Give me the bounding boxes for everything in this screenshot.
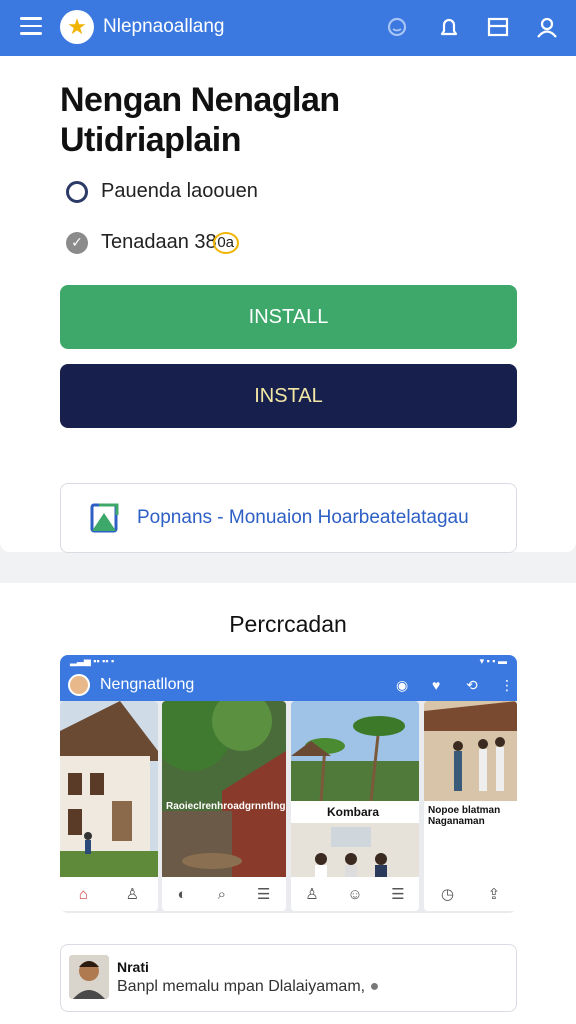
home-icon: ⌂ <box>78 885 88 903</box>
house-image <box>60 701 158 877</box>
preview-app-title: Nengnatllong <box>100 676 195 693</box>
option-badge: 0a <box>212 231 239 254</box>
install-card: Nengan Nenaglan Utidriaplain Pauenda lao… <box>0 56 576 553</box>
tile-caption: Nopoe blatman Naganaman <box>428 805 501 827</box>
search-icon: ⌕ <box>217 885 226 903</box>
avatar: ◐ <box>177 885 187 903</box>
face-icon: ◷ <box>440 886 454 903</box>
radio-icon[interactable] <box>66 180 88 203</box>
check-icon[interactable]: ✓ <box>66 231 88 254</box>
chat-icon[interactable] <box>384 14 410 40</box>
comment-card[interactable]: Nrati Banpl memalu mpan Dlalaiyamam, ● <box>60 944 517 1012</box>
status-bar: ▂▃▅ ▪▪ ▪▪ ▪ ▾ ▪ ▪ ▬ <box>60 655 517 669</box>
install-alt-button[interactable]: INSTAL <box>60 364 517 428</box>
palm-image <box>291 701 419 801</box>
preview-tile-2: Raoieclrenhroadgrnntlng ◐ ⌕ ☰ <box>162 701 286 911</box>
option-check-2[interactable]: ✓ Tenadaan 38 0a <box>66 231 239 254</box>
page-title: Nengan Nenaglan Utidriaplain <box>60 80 520 160</box>
share-icon: ⇪ <box>487 886 501 903</box>
chat-icon: ◉ <box>396 677 409 693</box>
star-icon: ★ <box>60 10 94 44</box>
pavilion-image <box>424 701 517 801</box>
tile-nav: ⌂ ♙ <box>60 877 158 911</box>
title-line-2: Utidriaplain <box>60 121 242 159</box>
preview-tile-4: Nopoe blatman Naganaman ◷ ⇪ <box>424 701 517 911</box>
tile-caption: Kombara <box>327 805 380 819</box>
person-icon: ♙ <box>125 886 140 903</box>
preview-section: Percrcadan ▂▃▅ ▪▪ ▪▪ ▪ ▾ ▪ ▪ ▬ Nengnatllo… <box>0 583 576 1024</box>
more-icon: ⋮ <box>500 677 514 693</box>
app-title: Nlepnaoallang <box>103 16 225 37</box>
share-icon: ⟲ <box>466 677 478 693</box>
window-icon[interactable] <box>485 14 511 40</box>
avatar <box>69 955 109 999</box>
install-button[interactable]: INSTALL <box>60 285 517 349</box>
comment-author: Nrati <box>117 959 149 975</box>
tile-caption: Raoieclrenhroadgrnntlng <box>166 801 286 812</box>
preview-app-bar: Nengnatllong ◉ ♥ ⟲ ⋮ <box>60 669 517 701</box>
section-title: Percrcadan <box>229 611 347 637</box>
face-icon: ☺ <box>347 885 363 903</box>
user-icon[interactable] <box>534 14 560 40</box>
preview-tile-3: Kombara ♙ ☺ ☰ <box>291 701 419 911</box>
emoji-icon: ● <box>369 978 380 995</box>
app-link-text: Popnans - Monuaion Hoarbeatelatagau <box>137 507 469 528</box>
meeting-image <box>291 823 419 877</box>
app-screenshot-preview[interactable]: ▂▃▅ ▪▪ ▪▪ ▪▾ ▪ ▪ ▬ Nengnatllong ◉ ♥ ⟲ ⋮ <box>60 655 517 913</box>
app-logo-icon <box>90 503 119 533</box>
app-link-card[interactable]: Popnans - Monuaion Hoarbeatelatagau <box>60 483 517 553</box>
person-icon: ♙ <box>305 886 319 903</box>
title-line-1: Nengan Nenaglan <box>60 81 340 119</box>
option-radio-1[interactable]: Pauenda laoouen <box>66 180 258 203</box>
comment-message: Banpl memalu mpan Dlalaiyamam, <box>117 978 366 995</box>
heart-icon: ♥ <box>432 677 441 693</box>
garden-image <box>162 701 286 877</box>
list-icon: ☰ <box>391 886 405 903</box>
comment-text: Banpl memalu mpan Dlalaiyamam, ● <box>117 978 379 996</box>
tile-nav: ♙ ☺ ☰ <box>291 877 419 911</box>
list-icon: ☰ <box>257 886 271 903</box>
tile-nav: ◐ ⌕ ☰ <box>162 877 286 911</box>
avatar <box>68 674 90 696</box>
preview-tile-1: ⌂ ♙ <box>60 701 158 911</box>
tile-nav: ◷ ⇪ <box>424 877 517 911</box>
top-app-bar: ★ Nlepnaoallang <box>0 0 576 56</box>
option-label-1: Pauenda laoouen <box>101 180 258 202</box>
option-label-2: Tenadaan 38 <box>101 231 217 253</box>
menu-icon[interactable] <box>20 17 42 37</box>
bell-icon[interactable] <box>436 14 462 40</box>
